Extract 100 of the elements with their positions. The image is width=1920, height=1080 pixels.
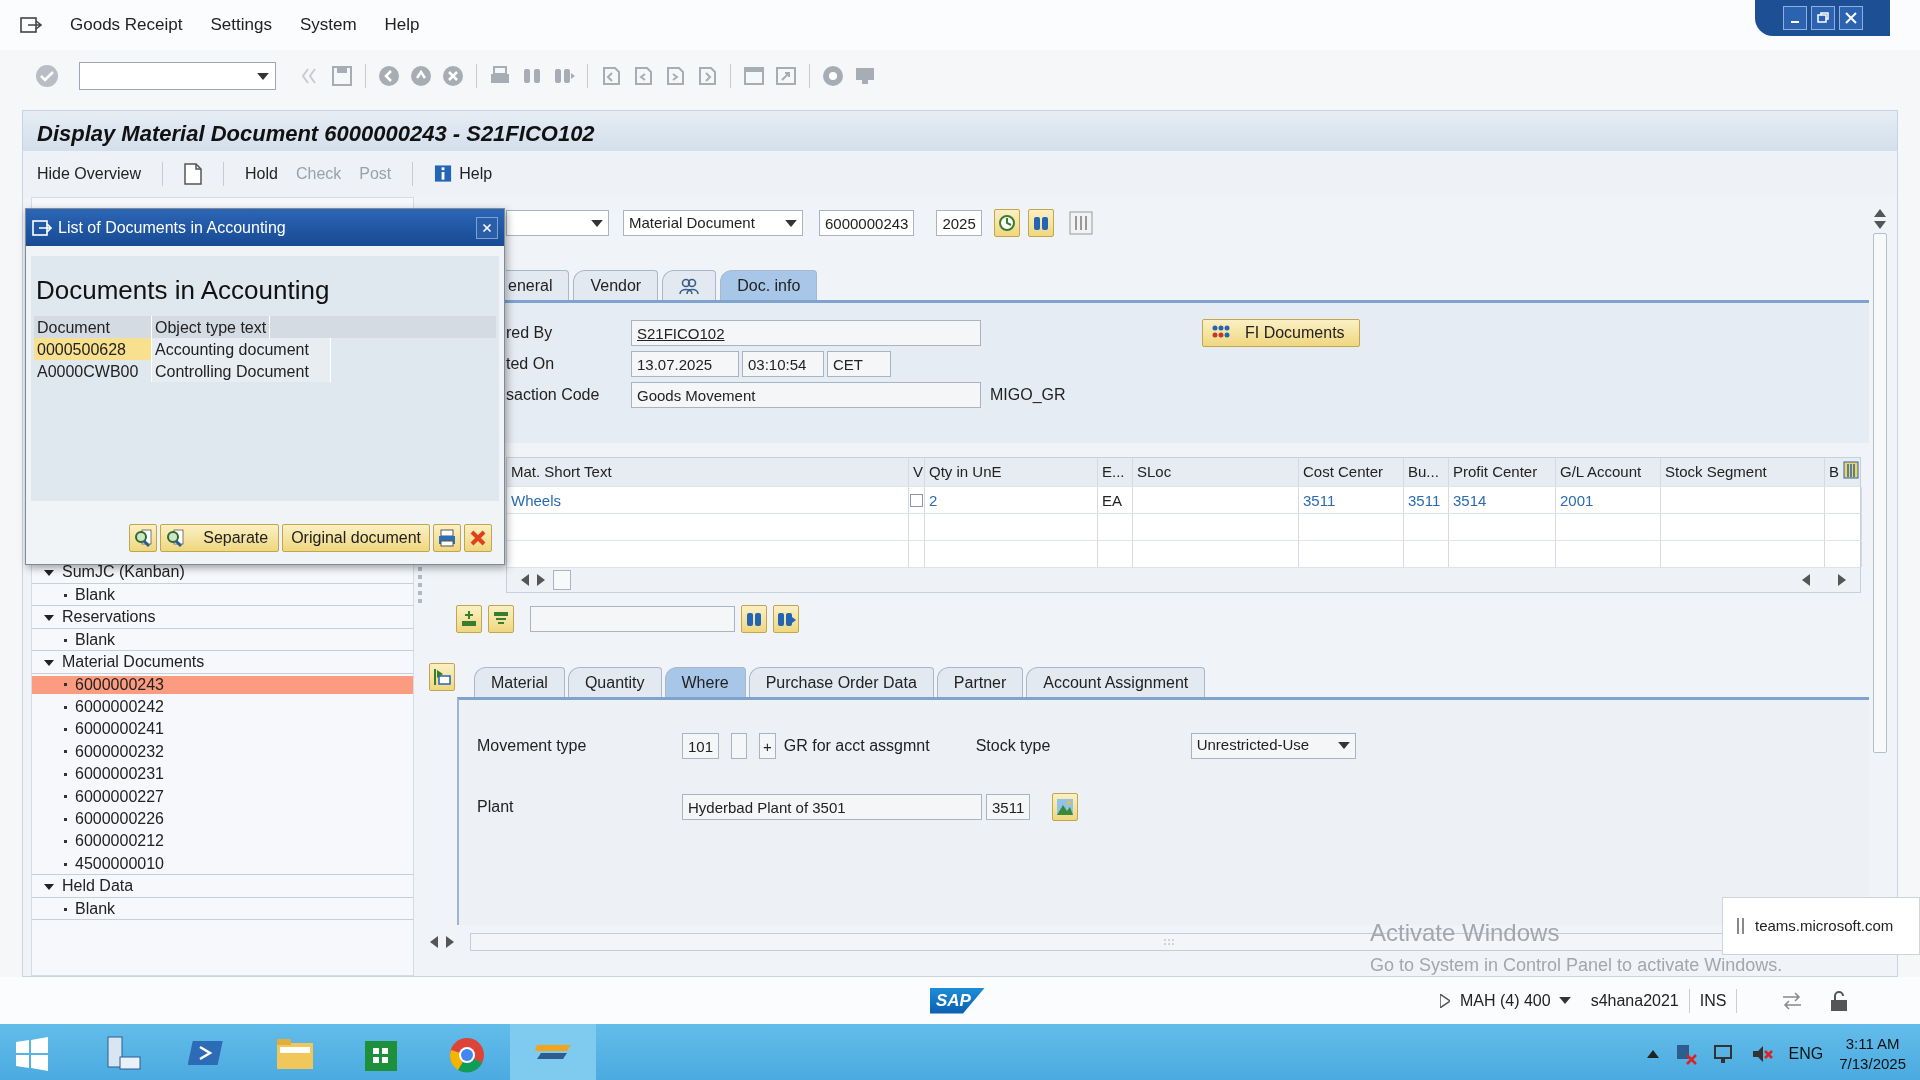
tab[interactable]: Partner [936,667,1024,697]
tree-item[interactable]: Blank [32,899,413,921]
menu-item[interactable]: Help [384,12,420,38]
menu-item[interactable]: System [299,12,357,38]
column-header[interactable]: Qty in UnE [925,458,1098,486]
display-icon[interactable] [1712,1042,1735,1065]
restore-button[interactable] [1810,6,1835,30]
system-dropdown[interactable]: MAH (4) 400 [1449,988,1581,1013]
plant-button[interactable] [1052,792,1079,821]
tree-item[interactable]: 6000000227 [32,787,413,806]
table-cell[interactable]: Controlling Document [152,360,331,382]
shortcut-icon[interactable] [774,64,798,88]
dropdown-arrow-icon[interactable] [1337,742,1350,749]
clock-date[interactable]: 7/13/2025 [1839,1053,1906,1073]
find-button[interactable] [741,605,767,633]
tab[interactable]: Purchase Order Data [748,667,934,697]
table-cell[interactable]: 0000500628 [34,338,152,360]
find-next-button[interactable] [773,605,799,633]
cancel-icon[interactable] [441,64,465,88]
dropdown-field[interactable]: Material Document [623,210,803,236]
scroll-thumb-icon[interactable] [553,570,571,590]
table-icon[interactable] [1067,210,1094,236]
column-header[interactable]: E... [1098,458,1133,486]
dropdown-arrow-icon[interactable] [785,219,797,227]
input-field[interactable]: Hyderbad Plant of 3501 [682,793,982,820]
input-field[interactable] [530,606,735,632]
tree-item[interactable]: 6000000232 [32,742,413,762]
tree-item[interactable]: 6000000242 [32,697,413,717]
expand-icon[interactable] [1439,993,1450,1008]
dropdown-field[interactable] [506,210,609,236]
tree-item[interactable]: 6000000231 [32,765,413,784]
command-field[interactable] [79,62,276,90]
input-field[interactable] [731,732,748,759]
help-button[interactable]: Help [434,162,493,186]
tab[interactable] [662,270,717,300]
scroll-down-icon[interactable] [1874,221,1886,229]
notification[interactable]: teams.microsoft.com [1722,897,1920,955]
menu-icon[interactable] [20,15,42,35]
input-field[interactable]: + [759,732,776,759]
tab[interactable]: Quantity [567,667,662,697]
column-header[interactable]: G/L Account [1556,458,1661,486]
insert-row-button[interactable] [456,605,482,633]
lock-icon[interactable] [1829,989,1850,1012]
detail-toggle-button[interactable] [429,663,455,691]
column-header[interactable]: Profit Center [1449,458,1556,486]
exit-icon[interactable] [409,64,433,88]
tree-item[interactable]: 6000000243 [32,675,413,694]
toolbar-button[interactable]: Hold [245,162,278,186]
execute-button[interactable] [993,209,1020,237]
checkbox[interactable] [910,494,923,507]
dropdown-field[interactable]: Unrestricted-Use [1190,732,1356,759]
tab[interactable]: Doc. info [720,270,818,300]
tab[interactable]: Account Assignment [1026,667,1206,697]
scroll-left-icon[interactable] [430,936,438,948]
menu-item[interactable]: Goods Receipt [70,12,183,38]
column-header[interactable]: Stock Segment [1661,458,1825,486]
column-header[interactable]: Mat. Short Text [507,458,909,486]
start-icon[interactable] [14,1035,50,1072]
scroll-right-icon[interactable] [537,574,545,586]
dropdown-arrow-icon[interactable] [257,72,269,80]
tree-node[interactable]: Reservations [32,606,413,629]
input-field[interactable]: Goods Movement [631,381,981,408]
dropdown-arrow-icon[interactable] [591,219,603,227]
tab[interactable]: Vendor [573,270,659,300]
column-header[interactable]: Cost Center [1299,458,1404,486]
tree-item[interactable]: Blank [32,630,413,651]
input-field[interactable]: 3511 [986,793,1031,820]
separate-button[interactable]: Separate [160,524,280,552]
scroll-left-icon[interactable] [1802,574,1810,586]
find-button[interactable] [1027,209,1054,237]
scroll-left-icon[interactable] [521,574,529,586]
menu-item[interactable]: Settings [210,12,272,38]
tab[interactable]: Where [664,667,746,697]
input-field[interactable]: CET [827,350,891,377]
chevron-up-icon[interactable] [1646,1049,1659,1058]
input-field[interactable]: 13.07.2025 [631,350,739,377]
scroll-up-icon[interactable] [1874,209,1886,217]
print-button[interactable] [433,524,461,552]
original-document-button[interactable]: Original document [282,524,430,552]
new-window-icon[interactable] [742,64,766,88]
tab[interactable]: eneral [506,270,570,300]
tree-item[interactable]: 4500000010 [32,854,413,876]
clock-time[interactable]: 3:11 AM [1845,1034,1900,1054]
help-icon[interactable] [821,64,845,88]
tree-item[interactable]: 6000000241 [32,720,413,739]
splitter-handle-icon[interactable] [418,567,422,603]
column-header[interactable]: SLoc [1133,458,1299,486]
save-icon[interactable] [330,64,354,88]
tree-item[interactable]: 6000000212 [32,832,413,851]
input-field[interactable]: 03:10:54 [742,350,824,377]
network-icon[interactable] [1674,1042,1697,1065]
input-field[interactable]: 2025 [936,210,982,236]
column-settings-icon[interactable] [1843,461,1859,479]
toolbar-button[interactable]: Hide Overview [37,162,142,186]
column-header[interactable]: Bu... [1404,458,1449,486]
scroll-right-icon[interactable] [1838,574,1846,586]
close-button[interactable] [1838,6,1863,30]
input-field[interactable]: 101 [682,732,720,759]
tree-node[interactable]: Held Data [32,875,413,898]
delete-row-button[interactable] [488,605,514,633]
